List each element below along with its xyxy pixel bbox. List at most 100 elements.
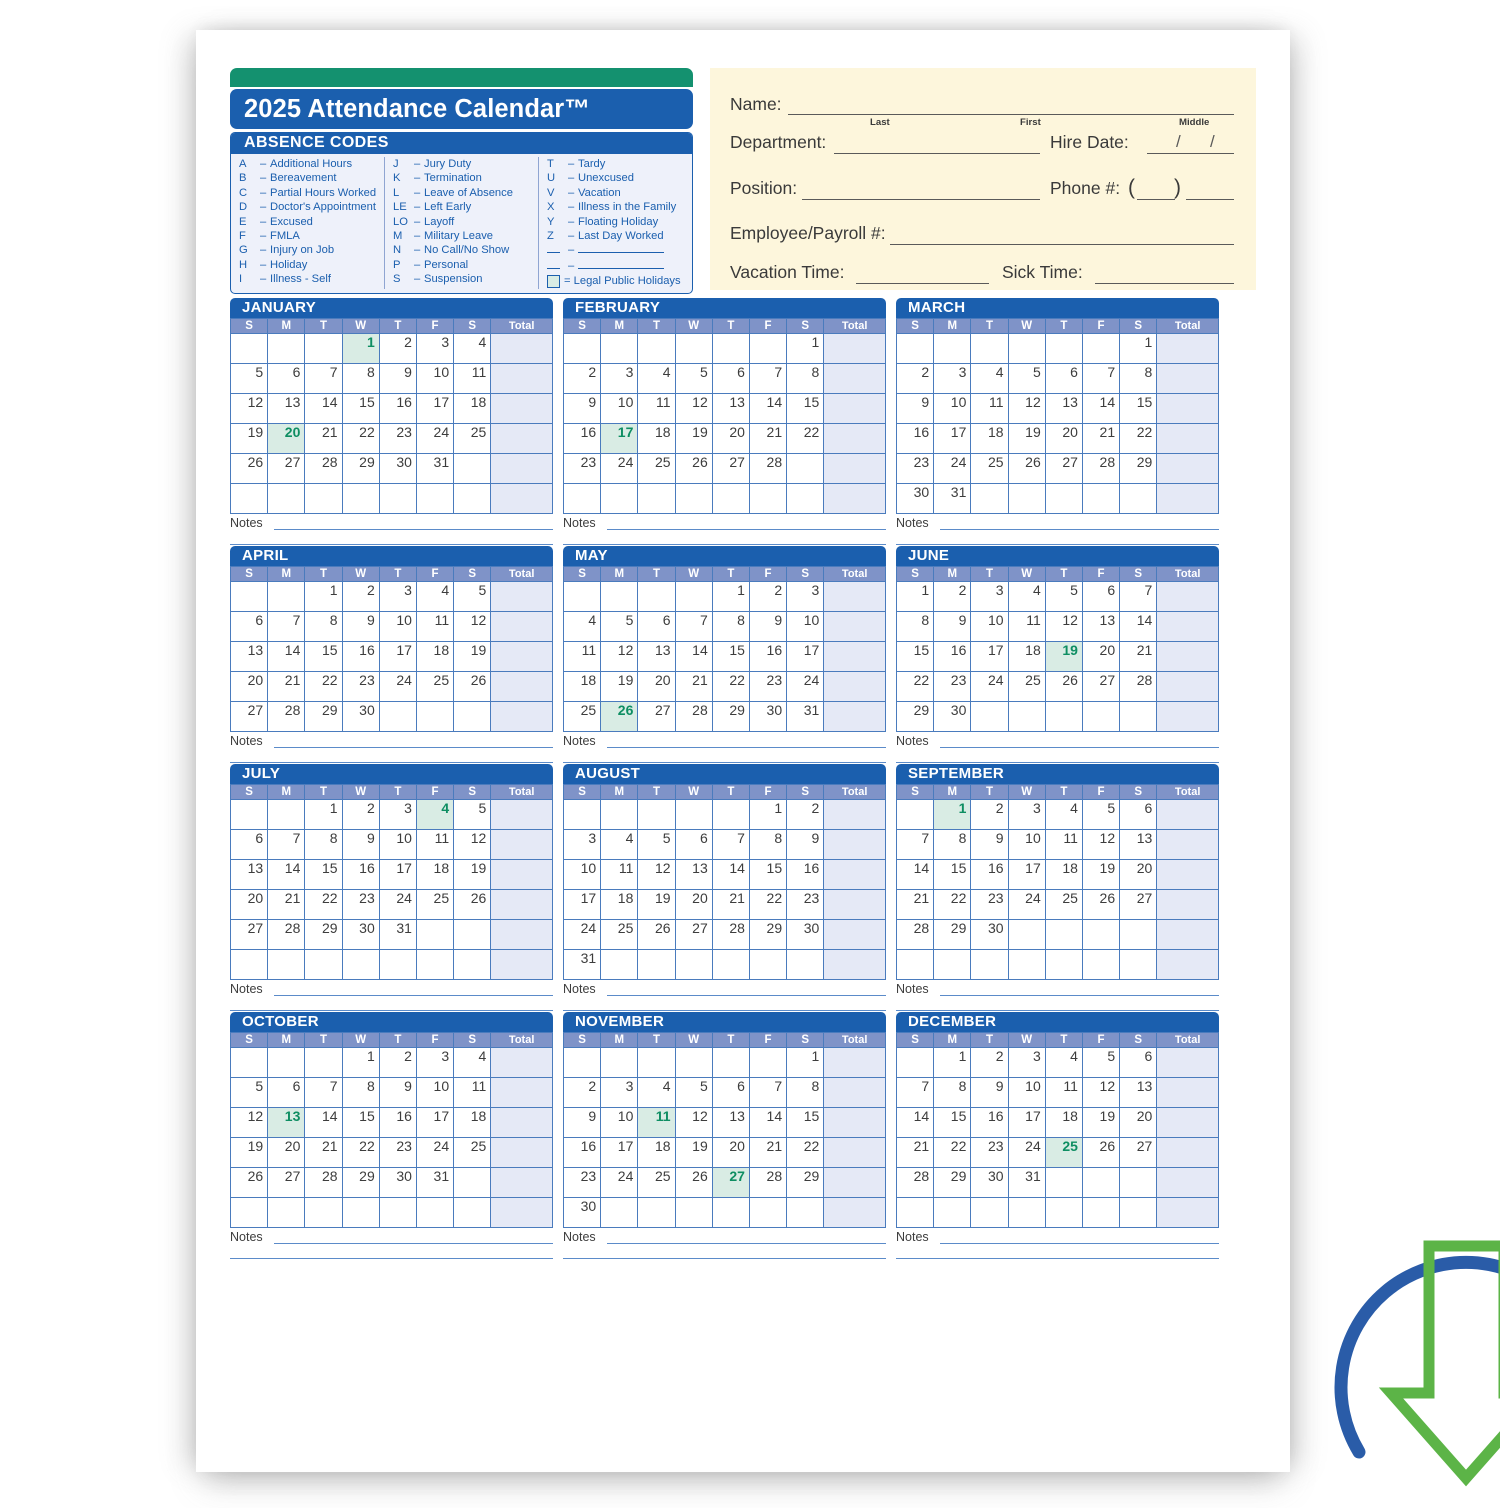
- day-cell[interactable]: 26: [600, 701, 639, 732]
- day-cell[interactable]: 31: [1007, 1167, 1046, 1198]
- day-cell[interactable]: 12: [1044, 611, 1083, 642]
- day-cell[interactable]: 22: [786, 1137, 825, 1168]
- day-cell[interactable]: 26: [229, 1167, 269, 1198]
- total-cell[interactable]: [823, 1107, 886, 1138]
- day-cell[interactable]: 31: [562, 949, 602, 980]
- day-cell[interactable]: 3: [600, 1077, 639, 1108]
- day-cell[interactable]: 9: [933, 611, 972, 642]
- total-cell[interactable]: [490, 393, 553, 424]
- day-cell[interactable]: 3: [415, 1047, 455, 1078]
- payroll-input[interactable]: [890, 244, 1234, 245]
- day-cell[interactable]: 24: [1007, 889, 1046, 920]
- day-cell[interactable]: 15: [933, 859, 972, 890]
- total-cell[interactable]: [823, 701, 886, 732]
- notes-line-1[interactable]: [274, 529, 553, 530]
- total-cell[interactable]: [1156, 483, 1219, 514]
- total-cell[interactable]: [1156, 1077, 1219, 1108]
- day-cell[interactable]: 22: [341, 1137, 380, 1168]
- day-cell[interactable]: 21: [895, 1137, 935, 1168]
- day-cell[interactable]: 12: [229, 1107, 269, 1138]
- day-cell[interactable]: 16: [562, 423, 602, 454]
- day-cell[interactable]: 10: [933, 393, 972, 424]
- day-cell[interactable]: 19: [1081, 1107, 1121, 1138]
- day-cell[interactable]: 23: [970, 889, 1009, 920]
- total-cell[interactable]: [1156, 889, 1219, 920]
- day-cell[interactable]: 16: [895, 423, 935, 454]
- total-cell[interactable]: [1156, 641, 1219, 672]
- day-cell[interactable]: 28: [1119, 671, 1158, 702]
- day-cell[interactable]: 7: [748, 363, 788, 394]
- day-cell[interactable]: 26: [1007, 453, 1046, 484]
- day-cell[interactable]: 31: [786, 701, 825, 732]
- total-cell[interactable]: [490, 1047, 553, 1078]
- day-cell[interactable]: 10: [600, 1107, 639, 1138]
- day-cell[interactable]: 11: [415, 611, 455, 642]
- day-cell[interactable]: 1: [933, 799, 972, 830]
- day-cell[interactable]: 1: [711, 581, 750, 612]
- day-cell[interactable]: 15: [933, 1107, 972, 1138]
- day-cell[interactable]: 15: [748, 859, 788, 890]
- day-cell[interactable]: 10: [970, 611, 1009, 642]
- day-cell[interactable]: 10: [600, 393, 639, 424]
- notes-line-2[interactable]: [230, 1258, 553, 1259]
- day-cell[interactable]: 30: [970, 919, 1009, 950]
- day-cell[interactable]: 22: [1119, 423, 1158, 454]
- day-cell[interactable]: 25: [970, 453, 1009, 484]
- day-cell[interactable]: 5: [600, 611, 639, 642]
- total-cell[interactable]: [1156, 423, 1219, 454]
- day-cell[interactable]: 21: [304, 423, 343, 454]
- day-cell[interactable]: 9: [970, 829, 1009, 860]
- code-blank-row[interactable]: –: [547, 243, 688, 258]
- day-cell[interactable]: 23: [562, 1167, 602, 1198]
- total-cell[interactable]: [1156, 363, 1219, 394]
- day-cell[interactable]: 16: [933, 641, 972, 672]
- total-cell[interactable]: [490, 919, 553, 950]
- day-cell[interactable]: 5: [1081, 1047, 1121, 1078]
- total-cell[interactable]: [490, 641, 553, 672]
- day-cell[interactable]: 29: [304, 919, 343, 950]
- day-cell[interactable]: 23: [786, 889, 825, 920]
- day-cell[interactable]: 29: [748, 919, 788, 950]
- day-cell[interactable]: 12: [600, 641, 639, 672]
- day-cell[interactable]: 10: [415, 1077, 455, 1108]
- notes-line-2[interactable]: [896, 1258, 1219, 1259]
- day-cell[interactable]: 16: [341, 859, 380, 890]
- day-cell[interactable]: 17: [786, 641, 825, 672]
- day-cell[interactable]: 17: [415, 1107, 455, 1138]
- day-cell[interactable]: 11: [453, 1077, 492, 1108]
- day-cell[interactable]: 17: [378, 859, 417, 890]
- day-cell[interactable]: 19: [600, 671, 639, 702]
- day-cell[interactable]: 21: [895, 889, 935, 920]
- day-cell[interactable]: 5: [1007, 363, 1046, 394]
- day-cell[interactable]: 19: [637, 889, 676, 920]
- day-cell[interactable]: 19: [674, 1137, 713, 1168]
- day-cell[interactable]: 24: [415, 1137, 455, 1168]
- day-cell[interactable]: 21: [267, 889, 306, 920]
- day-cell[interactable]: 24: [378, 889, 417, 920]
- day-cell[interactable]: 1: [895, 581, 935, 612]
- name-input[interactable]: [788, 114, 1234, 115]
- day-cell[interactable]: 15: [711, 641, 750, 672]
- day-cell[interactable]: 25: [415, 671, 455, 702]
- day-cell[interactable]: 7: [748, 1077, 788, 1108]
- total-cell[interactable]: [823, 423, 886, 454]
- day-cell[interactable]: 19: [229, 1137, 269, 1168]
- day-cell[interactable]: 15: [341, 393, 380, 424]
- day-cell[interactable]: 4: [562, 611, 602, 642]
- day-cell[interactable]: 2: [341, 799, 380, 830]
- day-cell[interactable]: 23: [341, 671, 380, 702]
- day-cell[interactable]: 4: [637, 363, 676, 394]
- total-cell[interactable]: [1156, 829, 1219, 860]
- day-cell[interactable]: 6: [711, 1077, 750, 1108]
- day-cell[interactable]: 1: [786, 333, 825, 364]
- day-cell[interactable]: 22: [895, 671, 935, 702]
- day-cell[interactable]: 8: [933, 829, 972, 860]
- total-cell[interactable]: [490, 483, 553, 514]
- day-cell[interactable]: 19: [674, 423, 713, 454]
- total-cell[interactable]: [490, 1107, 553, 1138]
- day-cell[interactable]: 27: [1119, 889, 1158, 920]
- notes-line-1[interactable]: [274, 747, 553, 748]
- day-cell[interactable]: 17: [933, 423, 972, 454]
- day-cell[interactable]: 30: [341, 919, 380, 950]
- day-cell[interactable]: 5: [453, 581, 492, 612]
